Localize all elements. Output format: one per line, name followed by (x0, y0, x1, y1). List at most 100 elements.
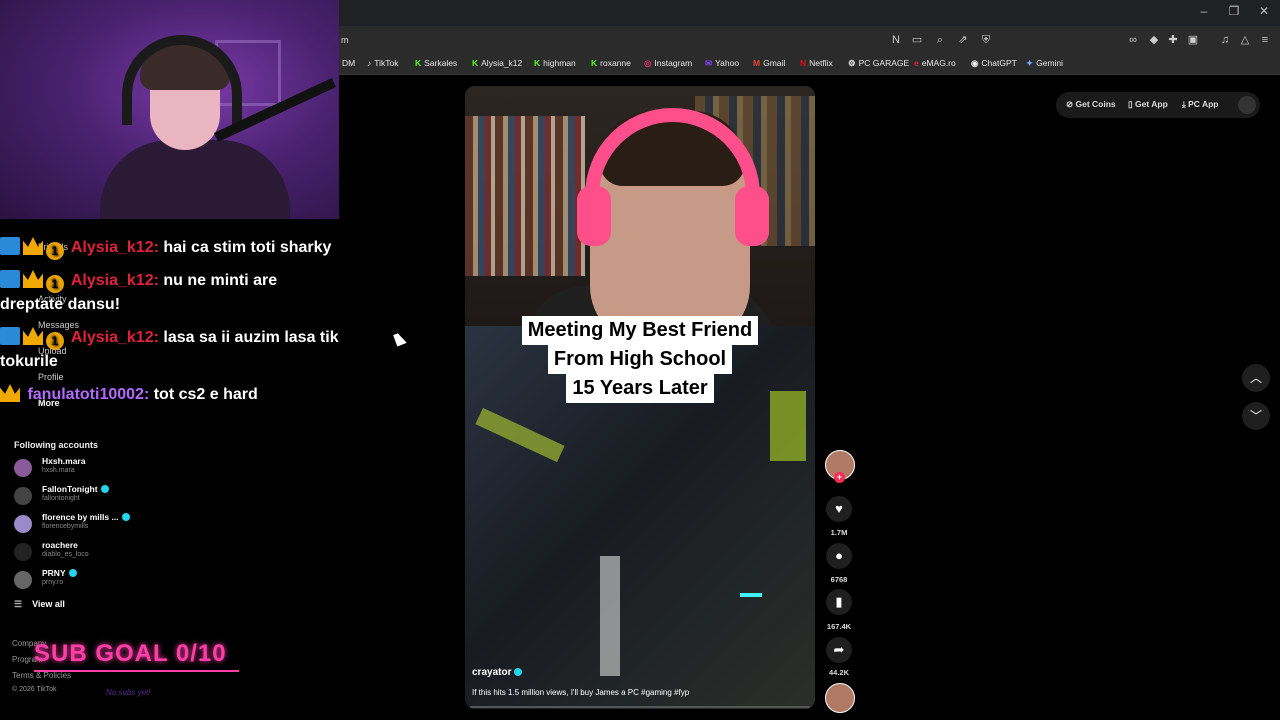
profile-avatar-icon[interactable] (1238, 96, 1256, 114)
footer-terms[interactable]: Terms & Policies (12, 671, 71, 680)
kick-icon: K (591, 58, 598, 68)
bookmark-dm[interactable]: DM (342, 58, 355, 68)
follow-plus-icon[interactable]: + (834, 472, 845, 483)
chat-message: fanulatoti10002: tot cs2 e hard (0, 383, 340, 407)
verified-icon (514, 668, 523, 676)
sub-goal-progress-bar (34, 670, 239, 672)
chat-username: Alysia_k12: (70, 272, 159, 289)
bookmark-alysia[interactable]: K Alysia_k12 (472, 58, 522, 68)
verified-icon (68, 569, 77, 577)
restore-button[interactable]: ❐ (1219, 4, 1249, 22)
bookmark-roxanne[interactable]: Kroxanne (591, 58, 631, 68)
video-frame-pc (600, 556, 620, 676)
video-frame-bookshelf (465, 116, 585, 276)
following-account[interactable]: florence by mills ... florencebymills (14, 512, 214, 534)
bookmark-gmail[interactable]: M Gmail (753, 58, 785, 68)
avatar (14, 515, 32, 533)
chat-text: tot cs2 e hard (153, 386, 258, 403)
zoom-icon[interactable]: ⌕ (933, 33, 947, 47)
video-description: If this hits 1.5 million views, I'll buy… (472, 688, 690, 697)
comment-button[interactable]: ● (826, 543, 852, 569)
video-frame-headphones (735, 186, 769, 246)
chat-message: 1 Alysia_k12: hai ca stim toti sharky (0, 236, 340, 260)
media-icon[interactable]: ♫ (1218, 33, 1232, 47)
menu-icon[interactable]: ≡ (1258, 33, 1272, 47)
share-button[interactable]: ➦ (826, 637, 852, 663)
webcam-overlay (0, 0, 339, 219)
sub-badge-icon: 1 (46, 332, 64, 350)
bookmark-sarkales[interactable]: K Sarkales (415, 58, 457, 68)
bookmark-emag[interactable]: e eMAG.ro (914, 58, 956, 68)
account-handle: diablo_es_loco (42, 551, 89, 558)
chat-username: fanulatoti10002: (27, 386, 150, 403)
sound-avatar[interactable] (825, 683, 855, 713)
following-account[interactable]: Hxsh.mara hxsh.mara (14, 456, 214, 478)
sub-badge-icon: 1 (46, 242, 64, 260)
no-subs-label: No subs yet! (106, 688, 151, 697)
url-text[interactable]: m (341, 35, 349, 45)
bookmark-chatgpt[interactable]: ◉ ChatGPT (971, 58, 1017, 69)
like-button[interactable]: ♥ (826, 496, 852, 522)
bookmark-yahoo[interactable]: ✉ Yahoo (705, 58, 739, 69)
bookmark-tiktok[interactable]: ♪ TikTok (367, 58, 399, 68)
share-icon[interactable]: ⇗ (956, 33, 970, 47)
video-caption: Meeting My Best Friend From High School … (465, 316, 815, 403)
bookmark-instagram[interactable]: ◎ Instagram (644, 58, 692, 69)
bookmark-pcgarage[interactable]: ⚙ PC GARAGE (848, 58, 909, 69)
close-window-button[interactable]: ✕ (1249, 4, 1279, 22)
moderator-badge-icon (0, 270, 20, 288)
verified-icon (100, 485, 109, 493)
account-handle: fallontonight (42, 495, 80, 502)
no-translate-icon[interactable]: N (889, 33, 903, 47)
account-handle: florencebymills (42, 523, 89, 530)
account-name: FallonTonight (42, 484, 109, 494)
pc-app-button[interactable]: ⤓ PC App (1182, 99, 1219, 110)
moderator-badge-icon (0, 327, 20, 345)
bookmark-netflix[interactable]: N Netflix (800, 58, 833, 68)
following-account[interactable]: FallonTonight fallontonight (14, 484, 214, 506)
sub-goal-label: SUB GOAL 0/10 (34, 640, 227, 667)
avatar (14, 459, 32, 477)
pcgarage-icon: ⚙ (848, 58, 856, 68)
account-name: PRNY (42, 568, 77, 578)
cast-icon[interactable]: ▭ (910, 33, 924, 47)
account-name: Hxsh.mara (42, 456, 86, 466)
comment-icon: ● (835, 548, 843, 563)
leo-icon[interactable]: ◆ (1147, 33, 1161, 47)
phone-icon: ▯ (1128, 99, 1136, 109)
like-count: 1.7M (830, 528, 848, 537)
following-account[interactable]: roachere diablo_es_loco (14, 540, 214, 562)
next-video-button[interactable]: ﹀ (1242, 402, 1270, 430)
video-player[interactable]: Meeting My Best Friend From High School … (465, 86, 815, 709)
heart-icon: ♥ (835, 501, 843, 516)
save-button[interactable]: ▮ (826, 589, 852, 615)
brave-shield-icon[interactable]: ⛨ (979, 33, 993, 47)
instagram-icon: ◎ (644, 58, 652, 68)
video-progress-bar[interactable] (470, 706, 810, 708)
caption-line: Meeting My Best Friend (521, 316, 759, 345)
get-app-button[interactable]: ▯ Get App (1128, 99, 1168, 110)
get-coins-button[interactable]: ⊘ Get Coins (1066, 99, 1116, 110)
view-all-button[interactable]: ☰ View all (14, 599, 65, 610)
emag-icon: e (914, 58, 919, 68)
caption-line: 15 Years Later (566, 374, 714, 403)
creator-name[interactable]: crayator (472, 667, 523, 678)
bookmark-gemini[interactable]: ✦ Gemini (1026, 58, 1063, 69)
bookmark-highman[interactable]: Khighman (534, 58, 576, 68)
rewards-icon[interactable]: △ (1238, 33, 1252, 47)
avatar (14, 487, 32, 505)
yahoo-icon: ✉ (705, 58, 713, 68)
account-name: roachere (42, 540, 78, 550)
top-actions: ⊘ Get Coins ▯ Get App ⤓ PC App (1056, 92, 1260, 118)
sidebar-toggle-icon[interactable]: ▣ (1186, 33, 1200, 47)
previous-video-button[interactable]: ︿ (1242, 364, 1270, 392)
save-count: 167.4K (826, 622, 852, 631)
verified-icon (121, 513, 130, 521)
minimize-button[interactable]: – (1189, 4, 1219, 22)
extensions-icon[interactable]: ✚ (1166, 33, 1180, 47)
chatgpt-icon: ◉ (971, 58, 979, 68)
caption-line: From High School (547, 345, 733, 374)
following-account[interactable]: PRNY prny.ro (14, 568, 214, 590)
sub-badge-icon: 1 (46, 275, 64, 293)
vpn-icon[interactable]: ∞ (1126, 33, 1140, 47)
